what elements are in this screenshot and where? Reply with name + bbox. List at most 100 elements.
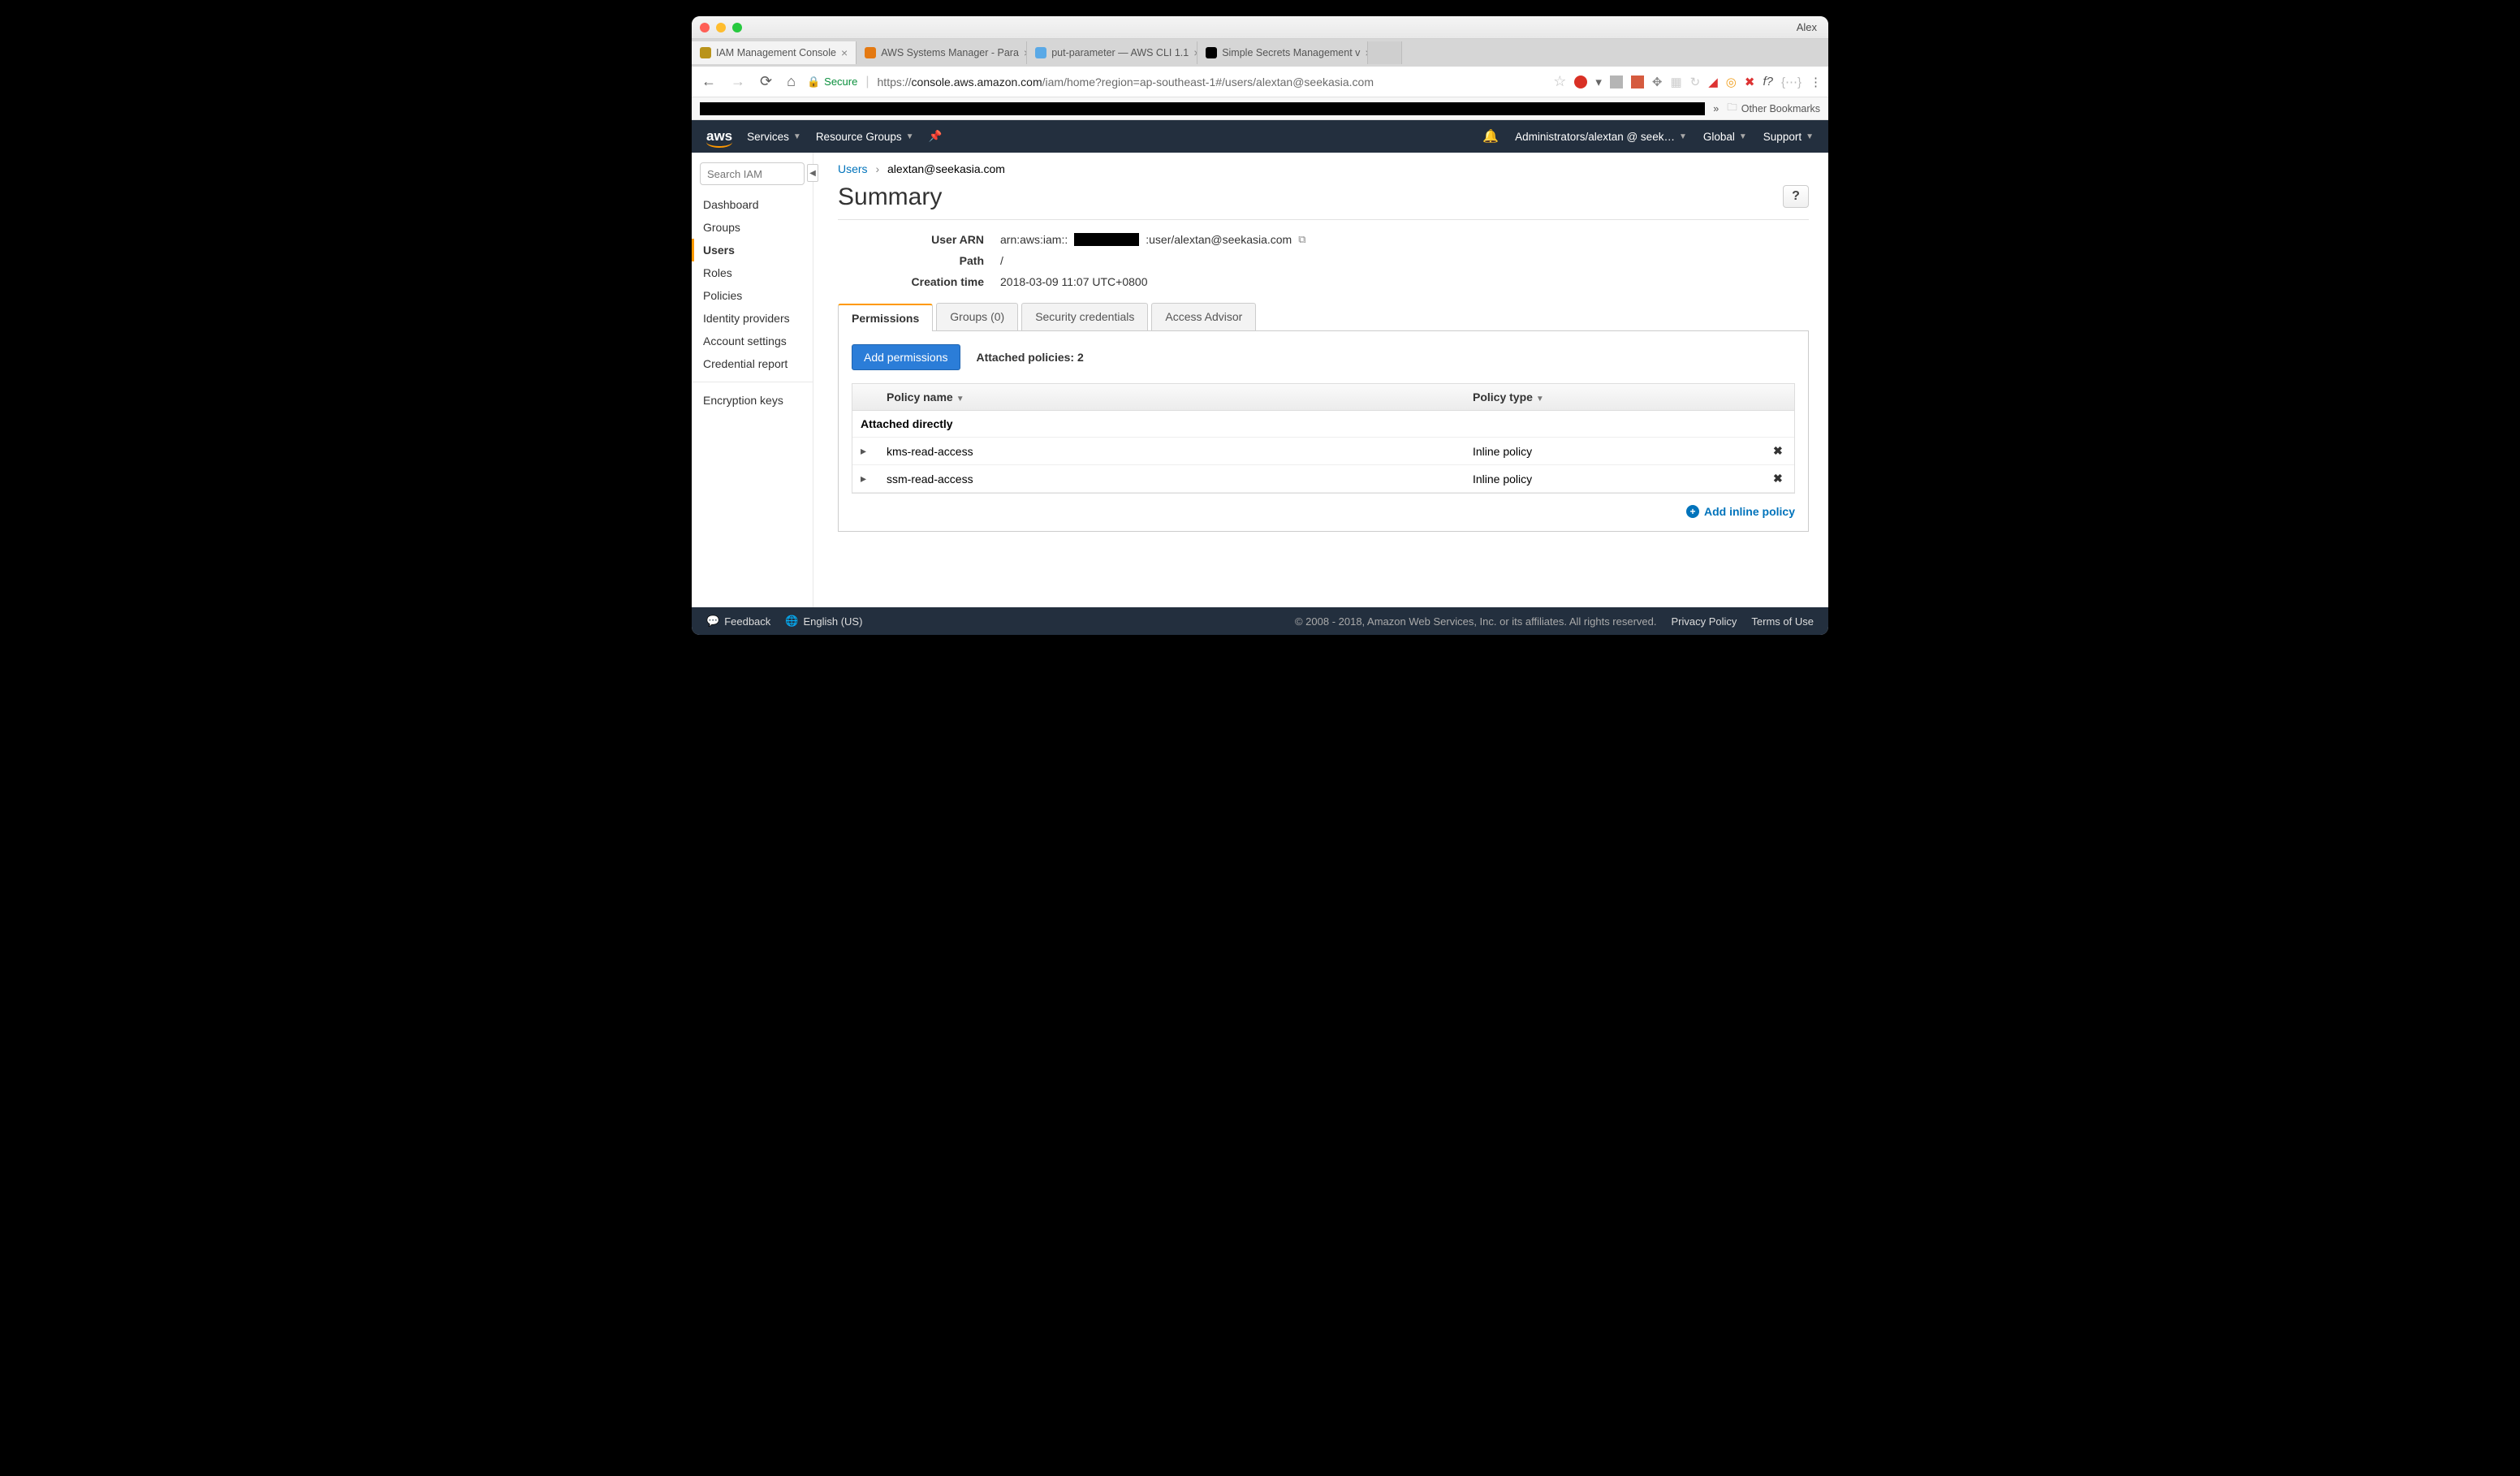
bell-icon[interactable]: 🔔	[1482, 128, 1499, 145]
policy-type: Inline policy	[1465, 438, 1765, 464]
breadcrumb: Users › alextan@seekasia.com	[838, 162, 1809, 175]
ext-icon[interactable]: ◢	[1708, 75, 1718, 89]
window-minimize-icon[interactable]	[716, 23, 726, 32]
home-icon[interactable]: ⌂	[783, 71, 799, 92]
redacted-bookmarks	[700, 102, 1705, 115]
other-bookmarks-label: Other Bookmarks	[1741, 103, 1820, 114]
sort-icon: ▼	[1536, 395, 1544, 404]
expand-row-icon[interactable]: ▸	[852, 465, 878, 492]
privacy-policy-link[interactable]: Privacy Policy	[1672, 615, 1737, 628]
tab-security-credentials[interactable]: Security credentials	[1021, 303, 1148, 330]
meta-arn-label: User ARN	[838, 233, 1000, 246]
meta-created-label: Creation time	[838, 275, 1000, 288]
plus-circle-icon: +	[1686, 505, 1699, 518]
other-bookmarks-folder[interactable]: 🗀 Other Bookmarks	[1727, 100, 1820, 117]
add-inline-policy-link[interactable]: + Add inline policy	[1686, 505, 1795, 518]
url-text[interactable]: https://console.aws.amazon.com/iam/home?…	[878, 76, 1546, 88]
chevron-right-icon: ›	[875, 162, 879, 175]
policy-name[interactable]: kms-read-access	[878, 438, 1465, 464]
search-input[interactable]	[700, 162, 805, 185]
tab-close-icon[interactable]: ×	[841, 46, 848, 59]
table-row: ▸ ssm-read-access Inline policy ✖	[852, 465, 1794, 493]
ext-icon[interactable]: {⋯}	[1781, 75, 1802, 89]
attached-policies-count: Attached policies: 2	[977, 351, 1084, 364]
meta-arn-prefix: arn:aws:iam::	[1000, 233, 1068, 246]
ext-icon[interactable]: ✥	[1652, 75, 1663, 89]
browser-tab-ghost[interactable]	[1368, 41, 1402, 64]
ext-icon[interactable]: ▦	[1670, 75, 1681, 89]
policy-type: Inline policy	[1465, 466, 1765, 492]
reload-icon[interactable]: ⟳	[757, 71, 775, 92]
language-selector[interactable]: 🌐 English (US)	[785, 615, 862, 628]
ext-icon[interactable]: ◎	[1726, 75, 1737, 89]
sidebar-item-policies[interactable]: Policies	[692, 284, 813, 307]
ext-icon[interactable]	[1610, 76, 1623, 88]
ext-icon[interactable]	[1574, 76, 1587, 88]
sidebar-item-dashboard[interactable]: Dashboard	[692, 193, 813, 216]
ext-icon[interactable]: ↻	[1690, 75, 1701, 89]
aws-footer: 💬 Feedback 🌐 English (US) © 2008 - 2018,…	[692, 607, 1828, 635]
expand-row-icon[interactable]: ▸	[852, 438, 878, 464]
extension-icons: ▾ ✥ ▦ ↻ ◢ ◎ ✖ f? {⋯} ⋮	[1574, 75, 1822, 89]
browser-tab[interactable]: IAM Management Console ×	[692, 41, 857, 64]
region-menu[interactable]: Global▼	[1703, 131, 1747, 143]
browser-tab[interactable]: Simple Secrets Management v ×	[1197, 41, 1368, 64]
help-button[interactable]: ?	[1783, 185, 1809, 208]
browser-tab[interactable]: put-parameter — AWS CLI 1.1 ×	[1027, 41, 1197, 64]
resource-groups-menu[interactable]: Resource Groups▼	[816, 131, 914, 143]
sidebar-item-users[interactable]: Users	[692, 239, 813, 261]
page-body: ◀ Dashboard Groups Users Roles Policies …	[692, 153, 1828, 607]
tab-favicon-icon	[700, 47, 711, 58]
breadcrumb-root[interactable]: Users	[838, 162, 868, 175]
browser-menu-icon[interactable]: ⋮	[1810, 75, 1822, 89]
breadcrumb-current: alextan@seekasia.com	[887, 162, 1005, 175]
sidebar-item-groups[interactable]: Groups	[692, 216, 813, 239]
policy-name[interactable]: ssm-read-access	[878, 466, 1465, 492]
feedback-link[interactable]: 💬 Feedback	[706, 615, 770, 628]
bookmark-overflow-icon[interactable]: »	[1713, 103, 1719, 114]
tab-title: put-parameter — AWS CLI 1.1	[1051, 47, 1189, 58]
sidebar-item-account-settings[interactable]: Account settings	[692, 330, 813, 352]
sidebar-item-identity-providers[interactable]: Identity providers	[692, 307, 813, 330]
pin-icon[interactable]: 📌	[929, 130, 943, 143]
bookmark-star-icon[interactable]: ☆	[1553, 73, 1566, 90]
tab-favicon-icon	[1206, 47, 1217, 58]
tab-favicon-icon	[865, 47, 876, 58]
col-policy-type[interactable]: Policy type▼	[1465, 384, 1765, 410]
identity-menu[interactable]: Administrators/alextan @ seek…▼	[1515, 131, 1687, 143]
sidebar-item-credential-report[interactable]: Credential report	[692, 352, 813, 375]
ext-icon[interactable]	[1631, 76, 1644, 88]
tab-permissions[interactable]: Permissions	[838, 304, 933, 331]
tab-groups[interactable]: Groups (0)	[936, 303, 1018, 330]
copy-icon[interactable]: ⧉	[1298, 233, 1305, 246]
window-maximize-icon[interactable]	[732, 23, 742, 32]
detail-tabs: Permissions Groups (0) Security credenti…	[838, 303, 1809, 331]
terms-of-use-link[interactable]: Terms of Use	[1751, 615, 1814, 628]
meta-created-value: 2018-03-09 11:07 UTC+0800	[1000, 275, 1809, 288]
support-menu[interactable]: Support▼	[1763, 131, 1814, 143]
add-permissions-button[interactable]: Add permissions	[852, 344, 960, 370]
services-menu[interactable]: Services▼	[747, 131, 801, 143]
tab-access-advisor[interactable]: Access Advisor	[1151, 303, 1256, 330]
ext-icon[interactable]: ▾	[1595, 75, 1602, 89]
url-bar: ← → ⟳ ⌂ 🔒 Secure | https://console.aws.a…	[692, 67, 1828, 97]
forward-icon[interactable]: →	[727, 71, 749, 92]
help-icon: ?	[1792, 189, 1800, 204]
remove-policy-icon[interactable]: ✖	[1765, 465, 1794, 492]
globe-icon: 🌐	[785, 615, 798, 628]
mac-titlebar: Alex	[692, 16, 1828, 39]
sidebar-item-roles[interactable]: Roles	[692, 261, 813, 284]
ext-icon[interactable]: f?	[1763, 75, 1773, 88]
sidebar-item-encryption-keys[interactable]: Encryption keys	[692, 389, 813, 412]
remove-policy-icon[interactable]: ✖	[1765, 438, 1794, 464]
window-close-icon[interactable]	[700, 23, 710, 32]
table-header: Policy name▼ Policy type▼	[852, 384, 1794, 411]
tab-favicon-icon	[1035, 47, 1046, 58]
browser-window: Alex IAM Management Console × AWS System…	[692, 16, 1828, 635]
ext-icon[interactable]: ✖	[1745, 75, 1755, 89]
aws-logo[interactable]: aws	[706, 128, 732, 145]
sort-icon: ▼	[956, 395, 964, 404]
browser-tab[interactable]: AWS Systems Manager - Para ×	[857, 41, 1027, 64]
col-policy-name[interactable]: Policy name▼	[878, 384, 1465, 410]
back-icon[interactable]: ←	[698, 71, 719, 92]
